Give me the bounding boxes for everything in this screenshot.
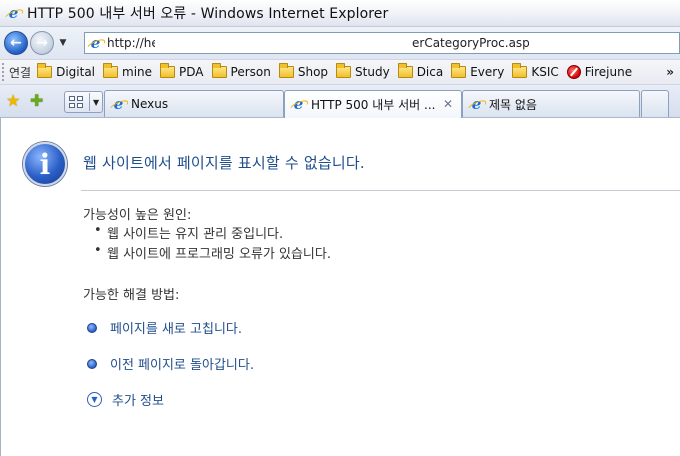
tab-bar: ★ ✚ ▼ e Nexus e HTTP 500 내부 서버 ... ✕ e 제…: [0, 85, 680, 118]
link-dica[interactable]: Dica: [397, 63, 443, 79]
link-person[interactable]: Person: [211, 63, 271, 79]
bullet-icon: [87, 358, 97, 369]
url-text-end: erCategoryProc.asp: [412, 36, 530, 50]
cause-item: 웹 사이트에 프로그래밍 오류가 있습니다.: [94, 243, 331, 262]
address-bar: ← → ▼ e http://he erCategoryProc.asp: [0, 27, 680, 59]
back-arrow-icon: ←: [10, 35, 22, 51]
refresh-page-link[interactable]: 페이지를 새로 고칩니다.: [87, 318, 242, 337]
url-redaction: [155, 35, 411, 51]
folder-icon: [451, 63, 467, 78]
quick-tabs-icon: [69, 96, 83, 108]
back-button[interactable]: ←: [4, 31, 28, 55]
firejune-icon: [566, 65, 581, 79]
cause-item: 웹 사이트는 유지 관리 중입니다.: [94, 223, 283, 242]
favorites-star-icon[interactable]: ★: [6, 92, 24, 110]
page-title: 웹 사이트에서 페이지를 표시할 수 없습니다.: [83, 154, 365, 172]
tab-page-icon: e: [111, 96, 126, 112]
link-mine[interactable]: mine: [103, 63, 152, 79]
forward-arrow-icon: →: [36, 35, 48, 51]
more-links-button[interactable]: »: [666, 65, 674, 79]
add-favorite-icon[interactable]: ✚: [30, 92, 48, 110]
link-firejune[interactable]: Firejune: [566, 65, 632, 79]
ie-logo-icon: e: [6, 5, 21, 21]
url-text-start: http://he: [107, 36, 159, 50]
links-label: 연결: [9, 65, 32, 80]
go-back-link[interactable]: 이전 페이지로 돌아갑니다.: [87, 354, 254, 373]
more-info-button[interactable]: ▼ 추가 정보: [87, 390, 164, 409]
history-dropdown-button[interactable]: ▼: [57, 38, 69, 48]
tab-http-500[interactable]: e HTTP 500 내부 서버 ... ✕: [284, 90, 462, 118]
link-shop[interactable]: Shop: [278, 63, 328, 79]
folder-icon: [397, 63, 413, 78]
link-ksic[interactable]: KSIC: [512, 63, 559, 79]
folder-icon: [512, 63, 528, 78]
tab-list-dropdown-icon[interactable]: ▼: [93, 98, 99, 107]
link-digital[interactable]: Digital: [37, 63, 95, 79]
folder-icon: [278, 63, 294, 78]
close-tab-icon[interactable]: ✕: [443, 97, 453, 111]
folder-icon: [211, 63, 227, 78]
link-every[interactable]: Every: [451, 63, 504, 79]
toolbar-grip[interactable]: [2, 63, 5, 81]
info-icon: i: [23, 142, 67, 186]
causes-heading: 가능성이 높은 원인:: [83, 208, 192, 223]
tab-page-icon: e: [291, 97, 306, 112]
folder-icon: [160, 63, 176, 78]
error-page: i 웹 사이트에서 페이지를 표시할 수 없습니다. 가능성이 높은 원인: 웹…: [0, 118, 680, 456]
link-pda[interactable]: PDA: [160, 63, 204, 79]
forward-button[interactable]: →: [30, 31, 54, 55]
url-input[interactable]: e http://he erCategoryProc.asp: [84, 32, 680, 54]
links-bar: 연결 Digital mine PDA Person Shop Study Di…: [0, 59, 680, 85]
new-tab-button[interactable]: [641, 90, 669, 117]
page-icon: e: [88, 35, 103, 51]
folder-icon: [336, 63, 352, 78]
link-study[interactable]: Study: [336, 63, 390, 79]
folder-icon: [37, 63, 53, 78]
chevron-down-icon: ▼: [87, 392, 102, 407]
title-bar: e HTTP 500 내부 서버 오류 - Windows Internet E…: [0, 0, 680, 27]
quick-tabs-button[interactable]: ▼: [64, 91, 103, 113]
tab-untitled[interactable]: e 제목 없음: [462, 90, 640, 117]
tab-page-icon: e: [469, 96, 484, 112]
window-title: HTTP 500 내부 서버 오류 - Windows Internet Exp…: [27, 6, 389, 22]
tab-nexus[interactable]: e Nexus: [104, 90, 284, 117]
folder-icon: [103, 63, 119, 78]
divider: [81, 190, 680, 191]
bullet-icon: [87, 322, 97, 333]
solutions-heading: 가능한 해결 방법:: [83, 288, 180, 303]
